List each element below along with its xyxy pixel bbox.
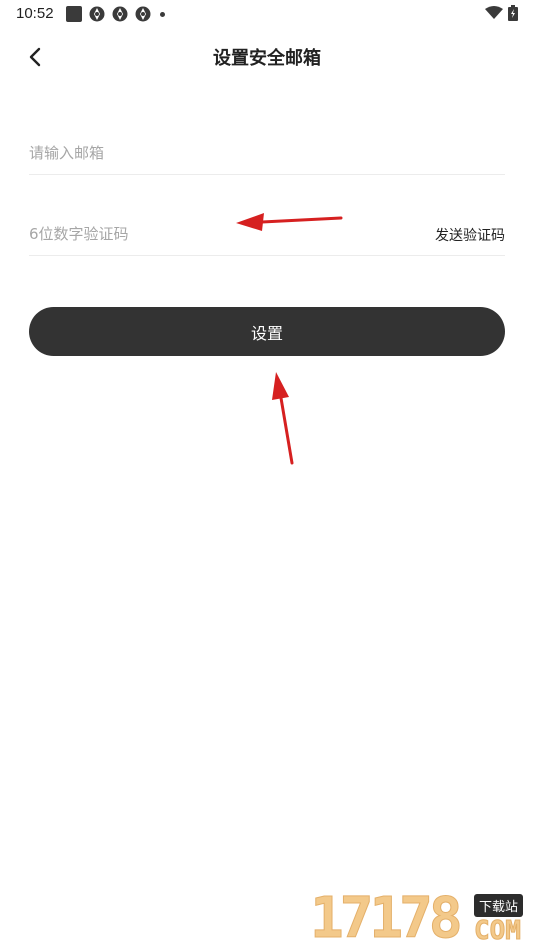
notification-square-icon <box>66 6 82 22</box>
wifi-icon <box>485 6 503 19</box>
watermark-badge: 下载站 <box>474 894 524 917</box>
battery-icon <box>508 5 518 21</box>
watermark-number: 17178 <box>310 886 464 951</box>
aperture-icon <box>89 6 105 22</box>
send-code-button[interactable]: 发送验证码 <box>435 225 505 245</box>
verification-code-input[interactable] <box>29 215 409 253</box>
aperture-icon <box>112 6 128 22</box>
email-field-row <box>29 134 505 175</box>
annotation-arrow-vertical <box>272 372 294 465</box>
watermark-domain: COM <box>474 916 522 947</box>
status-bar: 10:52 <box>0 0 534 28</box>
notification-icons <box>66 6 165 22</box>
set-button[interactable]: 设置 <box>29 307 505 356</box>
watermark-logo: 17178 下载站 COM <box>310 886 534 951</box>
dot-icon <box>160 11 165 17</box>
page-title: 设置安全邮箱 <box>213 48 321 69</box>
email-input[interactable] <box>29 134 409 172</box>
aperture-icon <box>135 6 151 22</box>
system-icons <box>485 5 518 21</box>
header: 设置安全邮箱 <box>0 28 534 84</box>
status-time: 10:52 <box>16 5 54 22</box>
code-field-row: 发送验证码 <box>29 215 505 256</box>
